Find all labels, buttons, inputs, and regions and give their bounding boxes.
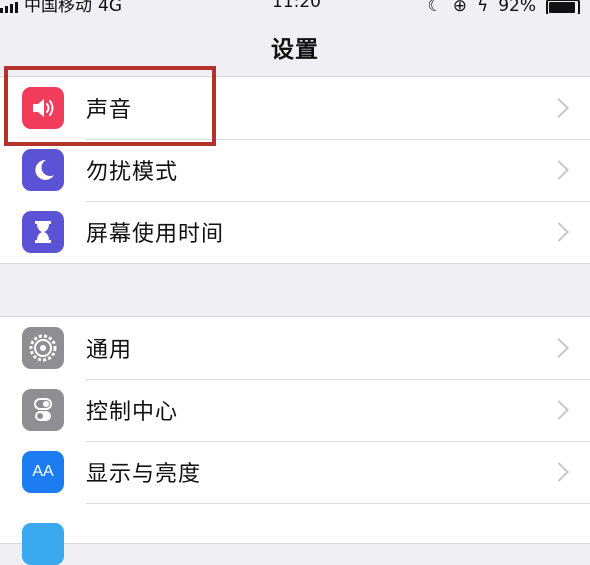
- chevron-right-icon: [549, 338, 569, 358]
- chevron-right-icon: [549, 462, 569, 482]
- chevron-right-icon: [549, 400, 569, 420]
- clock: 11:20: [272, 0, 321, 12]
- settings-item-label: 勿扰模式: [86, 160, 179, 185]
- settings-item-do-not-disturb[interactable]: 勿扰模式: [0, 139, 590, 201]
- signal-icon: [0, 0, 18, 13]
- network-label: 4G: [98, 0, 122, 14]
- carrier-label: 中国移动: [24, 0, 92, 14]
- settings-item-general[interactable]: 通用: [0, 317, 590, 379]
- page-title: 设置: [271, 37, 319, 63]
- gear-icon: [22, 327, 64, 369]
- toggles-icon: [22, 389, 64, 431]
- text-size-icon-label: AA: [32, 463, 54, 480]
- rotation-lock-icon: ⊕: [452, 0, 467, 14]
- settings-item-label: 控制中心: [86, 400, 179, 425]
- charging-icon: ϟ: [476, 0, 489, 14]
- chevron-right-icon: [549, 222, 569, 242]
- battery-percent: 92%: [498, 0, 536, 14]
- settings-item-label: 通用: [86, 338, 133, 363]
- wallpaper-icon: [22, 523, 64, 565]
- settings-item-label: 屏幕使用时间: [86, 222, 225, 247]
- settings-item-partial[interactable]: [0, 503, 590, 565]
- status-bar: 中国移动 4G 11:20 ☾ ⊕ ϟ 92%: [0, 0, 590, 14]
- settings-item-label: 显示与亮度: [86, 462, 202, 487]
- chevron-right-icon: [549, 98, 569, 118]
- settings-item-screen-time[interactable]: 屏幕使用时间: [0, 201, 590, 263]
- text-size-icon: AA: [22, 451, 64, 493]
- settings-item-display-brightness[interactable]: AA 显示与亮度: [0, 441, 590, 503]
- highlight-annotation: [4, 66, 216, 146]
- status-right: ☾ ⊕ ϟ 92%: [427, 0, 580, 14]
- moon-status-icon: ☾: [427, 0, 443, 14]
- status-left: 中国移动 4G: [0, 0, 122, 14]
- settings-item-control-center[interactable]: 控制中心: [0, 379, 590, 441]
- moon-icon: [22, 149, 64, 191]
- settings-group-2: 通用 控制中心 AA 显示与亮度: [0, 316, 590, 565]
- chevron-right-icon: [549, 160, 569, 180]
- hourglass-icon: [22, 211, 64, 253]
- battery-icon: [546, 0, 580, 14]
